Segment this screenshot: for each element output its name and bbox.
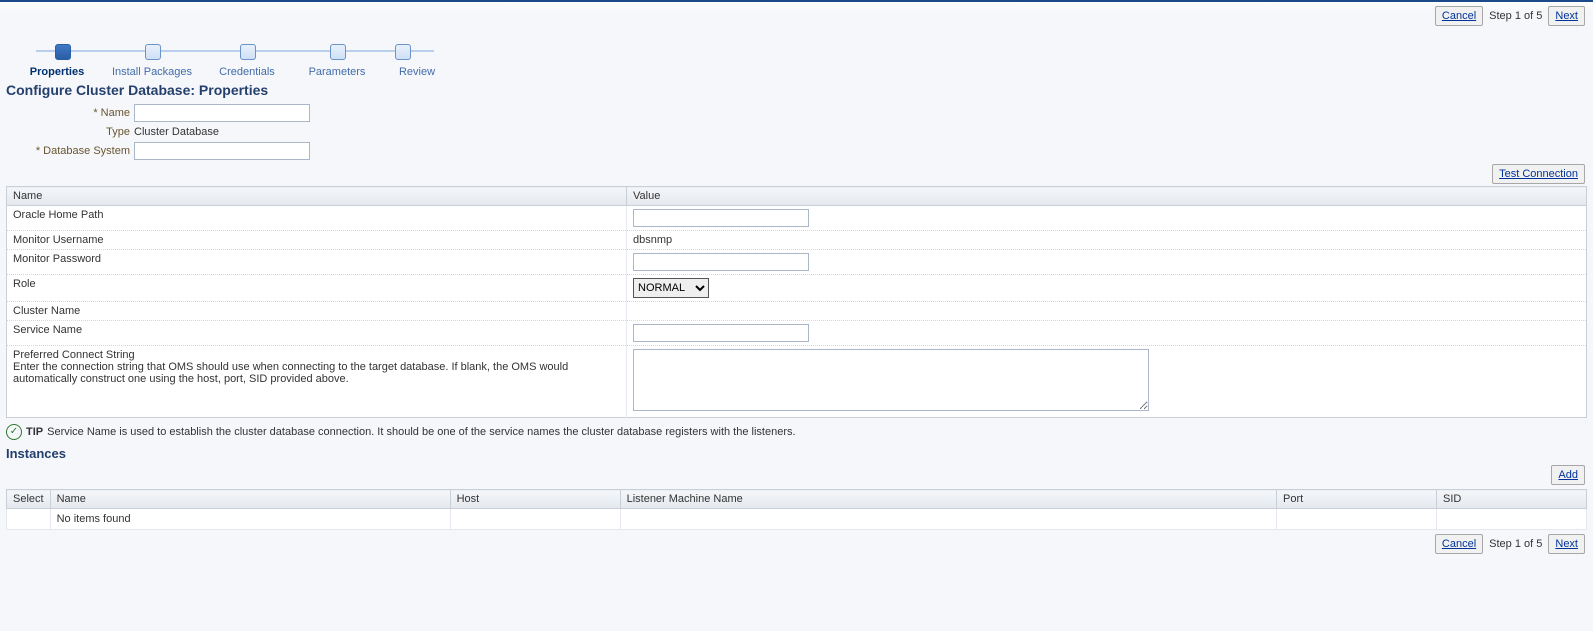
input-oracle-home-path[interactable] bbox=[633, 209, 809, 227]
wizard-train bbox=[30, 44, 440, 62]
wizard-label-credentials: Credentials bbox=[202, 66, 292, 78]
instances-table: Select Name Host Listener Machine Name P… bbox=[6, 489, 1587, 530]
col-name: Name bbox=[7, 187, 627, 206]
wizard-label-parameters: Parameters bbox=[292, 66, 382, 78]
col-value: Value bbox=[627, 187, 1587, 206]
row-monitor-password: Monitor Password bbox=[7, 250, 1587, 275]
no-items-found: No items found bbox=[50, 509, 450, 530]
wizard-label-properties: Properties bbox=[12, 66, 102, 78]
database-system-label: Database System bbox=[0, 145, 130, 157]
wizard-label-review: Review bbox=[382, 66, 452, 78]
col-select: Select bbox=[7, 490, 51, 509]
page-title: Configure Cluster Database: Properties bbox=[6, 82, 1593, 98]
col-port: Port bbox=[1277, 490, 1437, 509]
row-oracle-home-path: Oracle Home Path bbox=[7, 206, 1587, 231]
label-monitor-password: Monitor Password bbox=[7, 250, 627, 275]
select-role[interactable]: NORMAL SYSDBA SYSOPER bbox=[633, 278, 709, 298]
textarea-preferred-connect-string[interactable] bbox=[633, 349, 1149, 411]
wizard-label-install-packages: Install Packages bbox=[102, 66, 202, 78]
step-indicator: Step 1 of 5 bbox=[1489, 10, 1542, 22]
type-label: Type bbox=[0, 126, 130, 138]
step-indicator-bottom: Step 1 of 5 bbox=[1489, 538, 1542, 550]
wizard-node-credentials bbox=[240, 44, 256, 60]
col-host: Host bbox=[450, 490, 620, 509]
cancel-button-bottom[interactable]: Cancel bbox=[1435, 534, 1483, 554]
tip-text: Service Name is used to establish the cl… bbox=[47, 426, 795, 438]
next-button[interactable]: Next bbox=[1548, 6, 1585, 26]
label-monitor-username: Monitor Username bbox=[7, 231, 627, 250]
name-input[interactable] bbox=[134, 104, 310, 122]
row-monitor-username: Monitor Username dbsnmp bbox=[7, 231, 1587, 250]
label-preferred-connect-string: Preferred Connect String bbox=[13, 349, 620, 361]
properties-table: Name Value Oracle Home Path Monitor User… bbox=[6, 186, 1587, 418]
tip-label: TIP bbox=[26, 426, 43, 438]
check-icon: ✓ bbox=[6, 424, 22, 440]
database-system-input[interactable] bbox=[134, 142, 310, 160]
input-service-name[interactable] bbox=[633, 324, 809, 342]
row-role: Role NORMAL SYSDBA SYSOPER bbox=[7, 275, 1587, 302]
wizard-node-install-packages bbox=[145, 44, 161, 60]
col-inst-name: Name bbox=[50, 490, 450, 509]
col-listener: Listener Machine Name bbox=[620, 490, 1276, 509]
label-cluster-name: Cluster Name bbox=[7, 302, 627, 321]
value-monitor-username: dbsnmp bbox=[627, 231, 1587, 250]
row-preferred-connect-string: Preferred Connect String Enter the conne… bbox=[7, 346, 1587, 418]
table-row-empty: No items found bbox=[7, 509, 1587, 530]
value-cluster-name bbox=[627, 302, 1587, 321]
name-label: Name bbox=[0, 107, 130, 119]
desc-preferred-connect-string: Enter the connection string that OMS sho… bbox=[13, 361, 620, 385]
col-sid: SID bbox=[1437, 490, 1587, 509]
cancel-button[interactable]: Cancel bbox=[1435, 6, 1483, 26]
label-service-name: Service Name bbox=[7, 321, 627, 346]
type-value: Cluster Database bbox=[134, 126, 219, 138]
wizard-node-parameters bbox=[330, 44, 346, 60]
wizard-node-review bbox=[395, 44, 411, 60]
test-connection-button[interactable]: Test Connection bbox=[1492, 164, 1585, 184]
wizard-node-properties bbox=[55, 44, 71, 60]
instances-title: Instances bbox=[6, 446, 1593, 461]
add-button[interactable]: Add bbox=[1551, 465, 1585, 485]
next-button-bottom[interactable]: Next bbox=[1548, 534, 1585, 554]
row-cluster-name: Cluster Name bbox=[7, 302, 1587, 321]
input-monitor-password[interactable] bbox=[633, 253, 809, 271]
label-role: Role bbox=[7, 275, 627, 302]
row-service-name: Service Name bbox=[7, 321, 1587, 346]
label-oracle-home-path: Oracle Home Path bbox=[7, 206, 627, 231]
